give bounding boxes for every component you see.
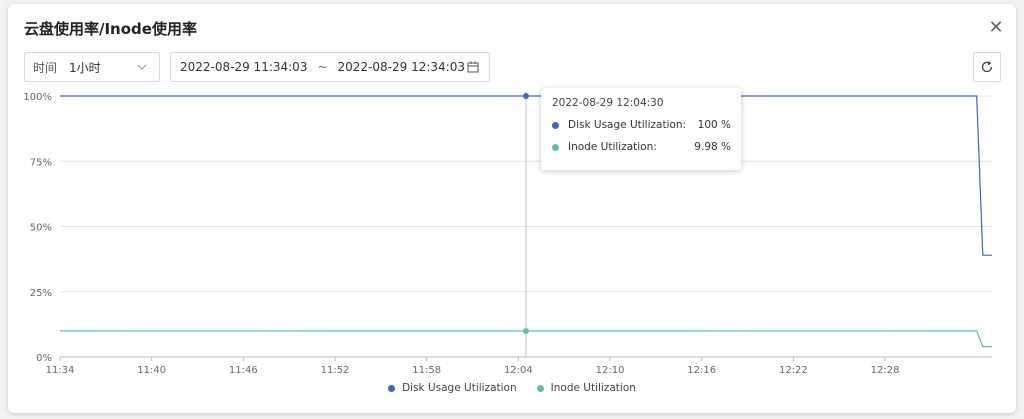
x-tick-label: 11:40 <box>137 365 166 376</box>
x-tick-label: 11:52 <box>321 365 350 376</box>
y-tick-label: 25% <box>30 288 52 299</box>
x-tick-label: 12:22 <box>779 365 808 376</box>
legend-disk-label: Disk Usage Utilization <box>402 382 517 394</box>
disk-dot-icon <box>552 121 559 129</box>
disk-usage-dialog: 云盘使用率/Inode使用率 ✕ 时间 1小时 2022-08-29 11:34… <box>8 4 1016 413</box>
x-tick-label: 12:10 <box>596 365 625 376</box>
chart-tooltip: 2022-08-29 12:04:30 Disk Usage Utilizati… <box>541 88 741 170</box>
y-tick-label: 0% <box>36 353 52 364</box>
legend-inode-dot-icon <box>536 384 544 392</box>
tooltip-inode-value: 9.98 % <box>694 141 731 153</box>
hover-point-inode <box>523 327 529 334</box>
tooltip-time: 2022-08-29 12:04:30 <box>552 97 664 109</box>
x-tick-label: 11:46 <box>229 365 258 376</box>
legend-item-disk[interactable]: Disk Usage Utilization <box>388 382 517 394</box>
x-tick-label: 12:04 <box>504 365 533 376</box>
tooltip-row-inode: Inode Utilization: 9.98 % <box>552 140 731 154</box>
legend-item-inode[interactable]: Inode Utilization <box>536 382 636 394</box>
tooltip-disk-name: Disk Usage Utilization: <box>568 119 687 131</box>
y-tick-label: 100% <box>23 92 52 103</box>
x-tick-label: 11:58 <box>412 365 441 376</box>
inode-dot-icon <box>552 143 559 151</box>
tooltip-inode-name: Inode Utilization: <box>568 141 657 153</box>
legend-disk-dot-icon <box>388 384 396 392</box>
x-tick-label: 12:28 <box>871 365 900 376</box>
tooltip-row-disk: Disk Usage Utilization: 100 % <box>552 118 731 132</box>
y-tick-label: 50% <box>30 223 52 234</box>
hover-point-disk <box>523 93 529 99</box>
x-tick-label: 12:16 <box>687 365 716 376</box>
tooltip-disk-value: 100 % <box>697 119 731 131</box>
y-tick-label: 75% <box>30 157 52 168</box>
usage-line-chart: 100% 75% 50% 25% 0%11:34 11:40 11:46 11:52 11:58… <box>23 92 992 376</box>
x-tick-label: 11:34 <box>46 365 75 376</box>
legend-inode-label: Inode Utilization <box>550 382 636 394</box>
chart-legend: Disk Usage Utilization Inode Utilization <box>8 382 1016 394</box>
